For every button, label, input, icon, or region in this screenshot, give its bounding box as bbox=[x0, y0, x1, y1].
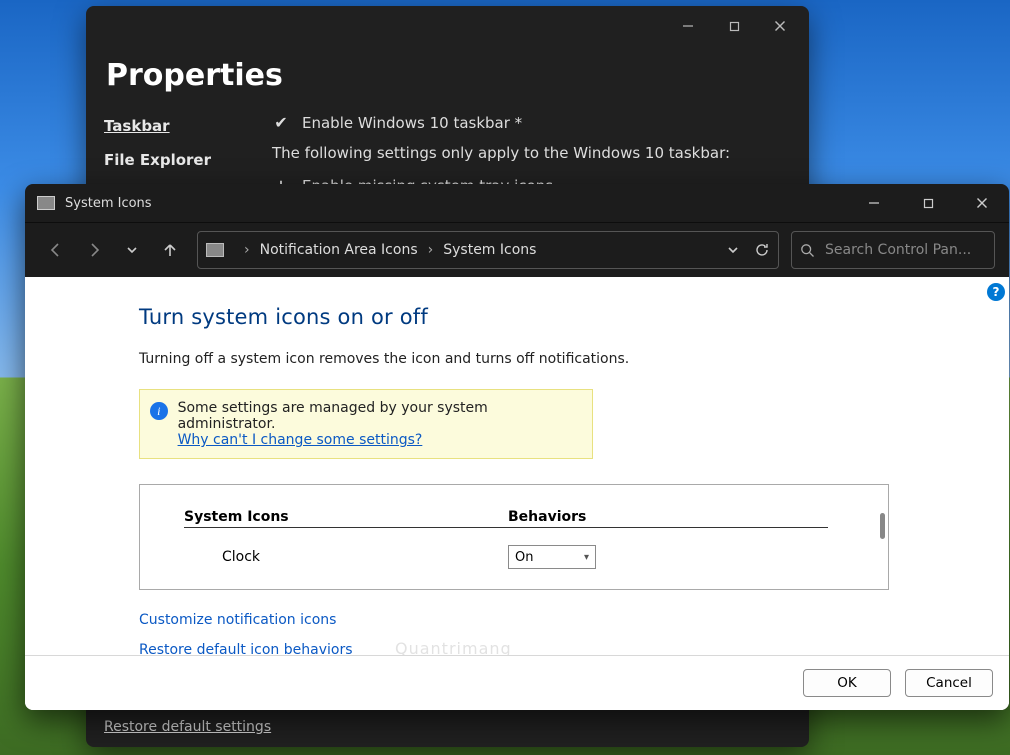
setting-note: The following settings only apply to the… bbox=[272, 136, 809, 170]
admin-info-box: i Some settings are managed by your syst… bbox=[139, 389, 593, 459]
nav-item-file-explorer[interactable]: File Explorer bbox=[104, 143, 244, 177]
close-button[interactable] bbox=[757, 10, 803, 42]
search-placeholder: Search Control Pan... bbox=[825, 242, 971, 258]
restore-default-settings-link[interactable]: Restore default settings bbox=[104, 719, 271, 735]
maximize-button[interactable] bbox=[711, 10, 757, 42]
page-description: Turning off a system icon removes the ic… bbox=[25, 333, 1009, 367]
properties-titlebar bbox=[86, 6, 809, 46]
system-icons-window: System Icons › Notification Area Icons bbox=[25, 184, 1009, 710]
minimize-button[interactable] bbox=[665, 10, 711, 42]
help-icon[interactable]: ? bbox=[987, 283, 1005, 301]
minimize-button[interactable] bbox=[847, 184, 901, 222]
column-header-system-icons: System Icons bbox=[184, 509, 508, 528]
scrollbar-thumb[interactable] bbox=[880, 513, 885, 539]
maximize-button[interactable] bbox=[901, 184, 955, 222]
setting-enable-taskbar[interactable]: ✔ Enable Windows 10 taskbar * bbox=[272, 109, 809, 136]
column-header-behaviors: Behaviors bbox=[508, 509, 828, 528]
behavior-select[interactable]: On ▾ bbox=[508, 545, 596, 569]
icon-name: Clock bbox=[222, 549, 508, 565]
check-icon: ✔ bbox=[272, 113, 290, 132]
toolbar: › Notification Area Icons › System Icons… bbox=[25, 222, 1009, 277]
breadcrumb-level-2[interactable]: System Icons bbox=[443, 242, 536, 258]
cancel-button[interactable]: Cancel bbox=[905, 669, 993, 697]
setting-label: Enable Windows 10 taskbar * bbox=[302, 114, 522, 132]
nav-back-button[interactable] bbox=[39, 233, 73, 267]
chevron-down-icon: ▾ bbox=[584, 552, 589, 563]
control-panel-icon bbox=[206, 243, 224, 257]
customize-icons-link[interactable]: Customize notification icons bbox=[25, 590, 1009, 628]
nav-forward-button[interactable] bbox=[77, 233, 111, 267]
info-icon: i bbox=[150, 402, 168, 420]
nav-item-taskbar[interactable]: Taskbar bbox=[104, 109, 244, 143]
address-bar[interactable]: › Notification Area Icons › System Icons bbox=[197, 231, 779, 269]
page-title: Turn system icons on or off bbox=[25, 277, 1009, 333]
content-area: ? Turn system icons on or off Turning of… bbox=[25, 277, 1009, 710]
table-row: Clock On ▾ bbox=[140, 531, 888, 569]
chevron-right-icon: › bbox=[418, 242, 444, 258]
recent-locations-button[interactable] bbox=[115, 233, 149, 267]
search-input[interactable]: Search Control Pan... bbox=[791, 231, 995, 269]
close-button[interactable] bbox=[955, 184, 1009, 222]
system-icons-titlebar: System Icons bbox=[25, 184, 1009, 222]
breadcrumb-level-1[interactable]: Notification Area Icons bbox=[260, 242, 418, 258]
window-title: System Icons bbox=[65, 196, 152, 211]
nav-up-button[interactable] bbox=[153, 233, 187, 267]
search-icon bbox=[800, 243, 815, 258]
chevron-right-icon: › bbox=[234, 242, 260, 258]
restore-default-behaviors-link[interactable]: Restore default icon behaviors bbox=[25, 628, 1009, 658]
footer: OK Cancel bbox=[25, 655, 1009, 710]
select-value: On bbox=[515, 550, 533, 565]
info-line-1: Some settings are managed by your system… bbox=[178, 400, 488, 432]
icons-table: System Icons Behaviors Clock On ▾ bbox=[139, 484, 889, 590]
address-dropdown-button[interactable] bbox=[726, 243, 740, 257]
refresh-button[interactable] bbox=[754, 242, 770, 258]
why-cant-change-link[interactable]: Why can't I change some settings? bbox=[178, 432, 423, 448]
properties-heading: Properties bbox=[86, 46, 809, 109]
ok-button[interactable]: OK bbox=[803, 669, 891, 697]
control-panel-icon bbox=[37, 196, 55, 210]
